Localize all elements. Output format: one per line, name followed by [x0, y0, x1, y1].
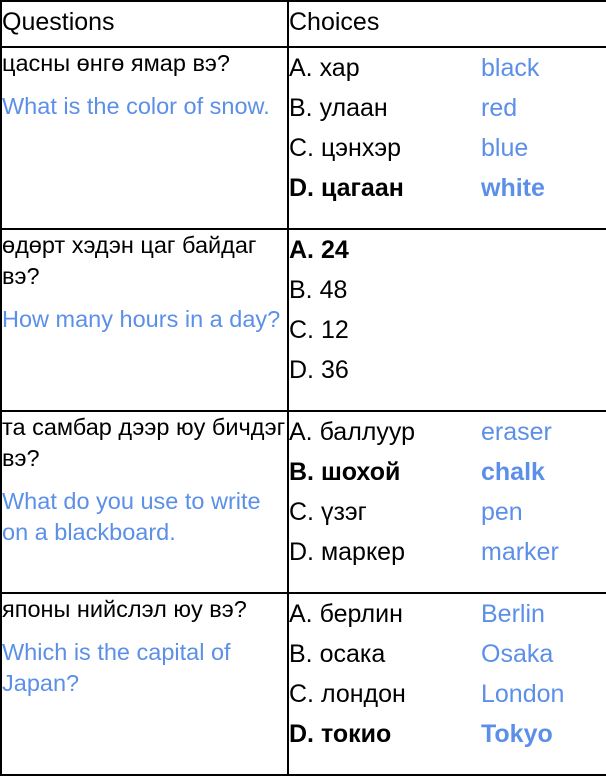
choices-cell: A. берлин Berlin B. осака Osaka C. лондон Lon…: [287, 592, 606, 776]
choice-option[interactable]: C. лондон London: [289, 674, 606, 714]
question-answer-table: Questions Choices цасны өнгө ямар вэ? Wha…: [0, 0, 606, 776]
choice-label-native: A. баллуур: [289, 418, 416, 446]
table-body: цасны өнгө ямар вэ? What is the color of …: [0, 46, 606, 776]
table-row: цасны өнгө ямар вэ? What is the color of …: [0, 46, 606, 230]
table-header-row: Questions Choices: [0, 0, 606, 48]
question-text-native: японы нийслэл юу вэ?: [2, 596, 247, 622]
question-text-english: Which is the capital of Japan?: [2, 639, 231, 696]
question-text-native: цасны өнгө ямар вэ?: [2, 50, 230, 76]
choice-label-native: D. цагаан: [289, 174, 404, 202]
choice-label-english: pen: [481, 498, 523, 526]
choice-option[interactable]: B. осака Osaka: [289, 634, 606, 674]
choice-option[interactable]: A. 24: [289, 230, 606, 270]
choice-option[interactable]: A. берлин Berlin: [289, 594, 606, 634]
choice-label-native: C. 12: [289, 316, 349, 344]
choice-option[interactable]: B. 48: [289, 270, 606, 310]
choices-cell: A. хар black B. улаан red C. цэнхэр blue D. ца…: [287, 46, 606, 230]
choice-label-native: B. 48: [289, 276, 348, 304]
choices-cell: A. 24 B. 48 C. 12 D. 36: [287, 228, 606, 412]
question-cell: цасны өнгө ямар вэ? What is the color of …: [0, 46, 289, 230]
question-cell: та самбар дээр юу бичдэг вэ? What do you …: [0, 410, 289, 594]
choice-option[interactable]: D. маркер marker: [289, 532, 606, 572]
question-cell: өдөрт хэдэн цаг байдаг вэ? How many hours…: [0, 228, 289, 412]
choice-label-english: red: [481, 94, 518, 122]
choice-label-native: C. цэнхэр: [289, 134, 401, 162]
choice-option[interactable]: D. токио Tokyo: [289, 714, 606, 754]
question-text-native: өдөрт хэдэн цаг байдаг вэ?: [2, 232, 257, 289]
choice-option[interactable]: A. хар black: [289, 48, 606, 88]
choice-option[interactable]: A. баллуур eraser: [289, 412, 606, 452]
choice-label-native: A. берлин: [289, 600, 403, 628]
table-row: өдөрт хэдэн цаг байдаг вэ? How many hours…: [0, 228, 606, 412]
choice-option[interactable]: D. 36: [289, 350, 606, 390]
choice-label-english: chalk: [481, 458, 545, 486]
choice-label-native: B. шохой: [289, 458, 401, 486]
question-cell: японы нийслэл юу вэ? Which is the capital…: [0, 592, 289, 776]
question-text-english: What is the color of snow.: [2, 93, 270, 119]
question-text-english: What do you use to write on a blackboard…: [2, 488, 261, 545]
table-row: та самбар дээр юу бичдэг вэ? What do you …: [0, 410, 606, 594]
choice-label-native: A. 24: [289, 236, 349, 264]
column-header-questions: Questions: [0, 0, 289, 48]
choice-label-english: marker: [481, 538, 559, 566]
choice-option[interactable]: B. улаан red: [289, 88, 606, 128]
choice-option[interactable]: C. үзэг pen: [289, 492, 606, 532]
choice-label-native: C. үзэг: [289, 498, 367, 526]
choice-label-native: D. маркер: [289, 538, 405, 566]
choice-option[interactable]: B. шохой chalk: [289, 452, 606, 492]
question-text-english: How many hours in a day?: [2, 306, 281, 332]
choice-label-native: D. 36: [289, 356, 349, 384]
choice-label-english: Tokyo: [481, 720, 553, 748]
question-text-native: та самбар дээр юу бичдэг вэ?: [2, 414, 286, 471]
choice-label-english: eraser: [481, 418, 552, 446]
choice-label-native: A. хар: [289, 54, 360, 82]
choice-label-english: London: [481, 680, 565, 708]
choice-label-native: B. улаан: [289, 94, 388, 122]
choice-option[interactable]: C. 12: [289, 310, 606, 350]
choice-label-native: B. осака: [289, 640, 386, 668]
table-row: японы нийслэл юу вэ? Which is the capital…: [0, 592, 606, 776]
column-header-choices: Choices: [287, 0, 606, 48]
choice-label-english: Osaka: [481, 640, 554, 668]
choice-label-english: Berlin: [481, 600, 545, 628]
choice-label-native: D. токио: [289, 720, 392, 748]
choice-label-english: black: [481, 54, 540, 82]
choice-label-english: blue: [481, 134, 529, 162]
choice-label-native: C. лондон: [289, 680, 406, 708]
choice-option[interactable]: D. цагаан white: [289, 168, 606, 208]
choices-cell: A. баллуур eraser B. шохой chalk C. үзэг pen D…: [287, 410, 606, 594]
choice-label-english: white: [481, 174, 545, 202]
choice-option[interactable]: C. цэнхэр blue: [289, 128, 606, 168]
